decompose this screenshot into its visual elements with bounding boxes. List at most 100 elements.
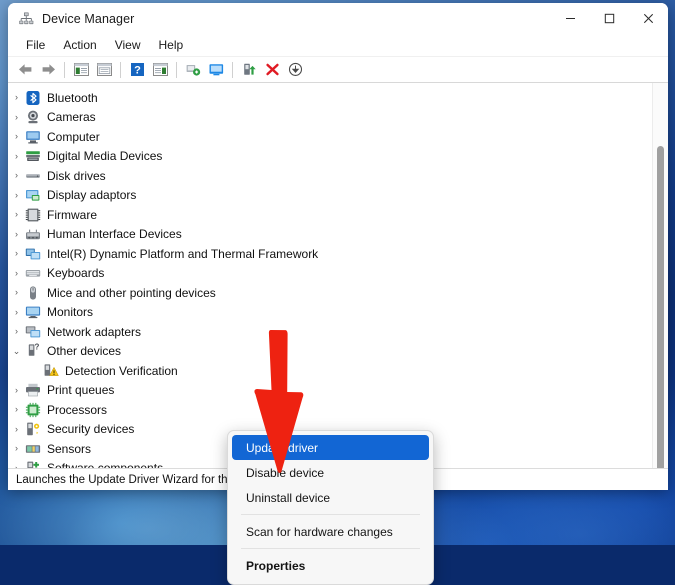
chevron-right-icon[interactable]: › xyxy=(8,229,25,239)
toolbar: ? xyxy=(8,57,668,83)
back-icon[interactable] xyxy=(14,59,36,80)
chevron-right-icon[interactable]: › xyxy=(8,424,25,434)
device-manager-window: Device Manager File Action View Help ? ›… xyxy=(8,3,668,490)
vertical-scrollbar[interactable] xyxy=(652,83,668,468)
digital-media-icon xyxy=(25,148,42,164)
properties-icon[interactable] xyxy=(93,59,115,80)
context-menu-item[interactable]: Update driver xyxy=(232,435,429,460)
chevron-right-icon[interactable]: › xyxy=(8,132,25,141)
chevron-right-icon[interactable]: › xyxy=(8,444,25,453)
printer-icon xyxy=(25,382,42,398)
disk-drive-icon xyxy=(25,168,42,184)
context-menu-item[interactable]: Properties xyxy=(232,553,429,578)
security-device-icon xyxy=(25,421,42,437)
tree-row[interactable]: ›Detection Verification xyxy=(8,361,652,381)
other-devices-icon: ? xyxy=(25,343,42,359)
tree-row[interactable]: › Digital Media Devices xyxy=(8,147,652,167)
tree-row-label: Network adapters xyxy=(47,324,142,339)
context-menu[interactable]: Update driver Disable device Uninstall dev… xyxy=(227,430,434,585)
maximize-button[interactable] xyxy=(590,3,629,34)
context-menu-item[interactable]: Disable device xyxy=(232,460,429,485)
chevron-right-icon[interactable]: › xyxy=(8,327,25,336)
chevron-right-icon[interactable]: › xyxy=(8,463,25,468)
tree-row[interactable]: › Processors xyxy=(8,400,652,420)
tree-row[interactable]: › Monitors xyxy=(8,303,652,323)
tree-row[interactable]: › Cameras xyxy=(8,108,652,128)
help-icon[interactable]: ? xyxy=(126,59,148,80)
software-component-icon xyxy=(25,460,42,468)
computer-icon xyxy=(25,129,42,145)
tree-row-label: Sensors xyxy=(47,441,92,456)
monitor-icon xyxy=(25,304,42,320)
scrollbar-thumb[interactable] xyxy=(657,146,664,468)
update-driver-icon[interactable] xyxy=(205,59,227,80)
tree-row[interactable]: › Print queues xyxy=(8,381,652,401)
tree-row[interactable]: › Mice and other pointing devices xyxy=(8,283,652,303)
forward-icon[interactable] xyxy=(37,59,59,80)
download-icon[interactable] xyxy=(284,59,306,80)
tree-row-label: Cameras xyxy=(47,110,96,125)
display-adapter-icon xyxy=(25,187,42,203)
tree-row[interactable]: › Bluetooth xyxy=(8,88,652,108)
hid-icon xyxy=(25,226,42,242)
warning-device-icon xyxy=(43,363,60,379)
device-tree[interactable]: › Bluetooth › Cameras › Computer › Digital Medi… xyxy=(8,83,652,468)
show-hide-console-tree-icon[interactable] xyxy=(70,59,92,80)
menu-action[interactable]: Action xyxy=(54,36,105,54)
tree-row-label: Processors xyxy=(47,402,108,417)
scan-for-hardware-changes-icon[interactable] xyxy=(182,59,204,80)
minimize-button[interactable] xyxy=(551,3,590,34)
chevron-right-icon[interactable]: › xyxy=(8,307,25,317)
window-title: Device Manager xyxy=(42,11,135,26)
uninstall-device-icon[interactable] xyxy=(261,59,283,80)
menu-view[interactable]: View xyxy=(106,36,150,54)
enable-device-icon[interactable] xyxy=(238,59,260,80)
show-hide-action-pane-icon[interactable] xyxy=(149,59,171,80)
bluetooth-icon xyxy=(25,90,42,106)
chevron-right-icon[interactable]: › xyxy=(8,288,25,297)
chevron-right-icon[interactable]: › xyxy=(8,249,25,258)
tree-row-label: Other devices xyxy=(47,344,122,359)
tree-row[interactable]: › Network adapters xyxy=(8,322,652,342)
svg-text:?: ? xyxy=(134,64,141,76)
tree-row[interactable]: › Human Interface Devices xyxy=(8,225,652,245)
tree-row[interactable]: › Computer xyxy=(8,127,652,147)
window-controls xyxy=(551,3,668,34)
tree-row-label: Keyboards xyxy=(47,266,105,281)
chevron-right-icon[interactable]: › xyxy=(8,385,25,395)
tree-row-label: Human Interface Devices xyxy=(47,227,182,242)
tree-row-label: Computer xyxy=(47,129,100,144)
close-button[interactable] xyxy=(629,3,668,34)
tree-row-label: Software components xyxy=(47,462,163,468)
title-bar: Device Manager xyxy=(8,3,668,34)
device-manager-icon xyxy=(18,11,34,27)
tree-row[interactable]: › Disk drives xyxy=(8,166,652,186)
chevron-right-icon[interactable]: › xyxy=(8,268,25,278)
mouse-icon xyxy=(25,285,42,301)
tree-row-label: Detection Verification xyxy=(65,363,178,378)
toolbar-separator xyxy=(120,61,121,78)
chevron-down-icon[interactable]: ⌄ xyxy=(8,346,25,356)
tree-row-label: Display adaptors xyxy=(47,188,137,203)
tree-row[interactable]: ⌄? Other devices xyxy=(8,342,652,362)
tree-row[interactable]: › Keyboards xyxy=(8,264,652,284)
chevron-right-icon[interactable]: › xyxy=(8,190,25,200)
chevron-right-icon[interactable]: › xyxy=(8,171,25,180)
tree-row-label: Monitors xyxy=(47,305,94,320)
svg-text:?: ? xyxy=(35,343,40,352)
tree-row[interactable]: › Intel(R) Dynamic Platform and Thermal F… xyxy=(8,244,652,264)
menu-file[interactable]: File xyxy=(17,36,54,54)
context-menu-item[interactable]: Uninstall device xyxy=(232,485,429,510)
chevron-right-icon[interactable]: › xyxy=(8,93,25,102)
tree-row[interactable]: › Firmware xyxy=(8,205,652,225)
toolbar-separator xyxy=(232,61,233,78)
chevron-right-icon[interactable]: › xyxy=(8,405,25,414)
chevron-right-icon[interactable]: › xyxy=(8,112,25,122)
chevron-right-icon[interactable]: › xyxy=(8,210,25,219)
chevron-right-icon[interactable]: › xyxy=(8,151,25,161)
context-menu-separator xyxy=(241,514,420,515)
context-menu-item[interactable]: Scan for hardware changes xyxy=(232,519,429,544)
toolbar-separator xyxy=(176,61,177,78)
tree-row[interactable]: › Display adaptors xyxy=(8,186,652,206)
menu-help[interactable]: Help xyxy=(150,36,193,54)
